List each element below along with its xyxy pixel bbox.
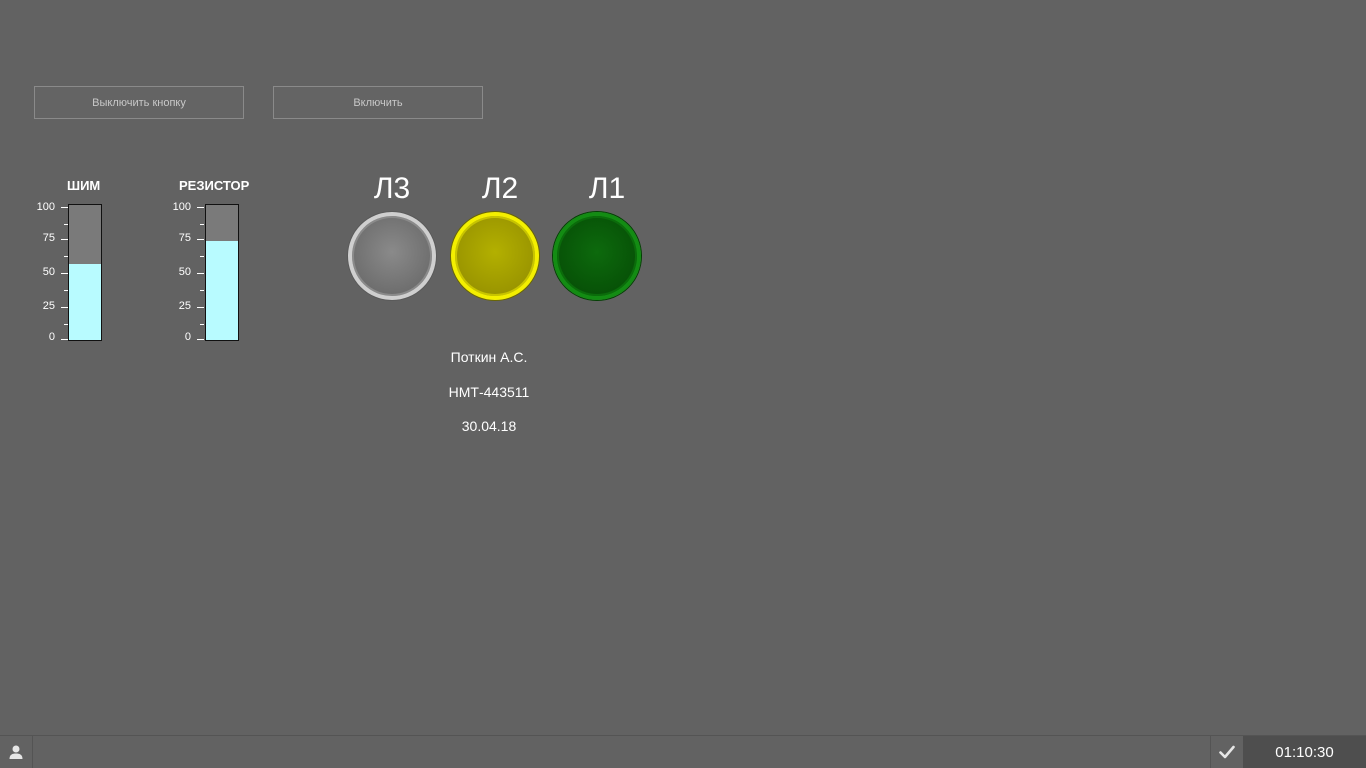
resistor-tick-label: 100 [172, 201, 191, 213]
resistor-tick [200, 324, 204, 325]
resistor-tick [197, 207, 204, 208]
operator-name: Поткин А.С. [450, 349, 528, 365]
lamp-l2-label: Л2 [481, 172, 519, 205]
resistor-tick-label: 25 [178, 300, 191, 312]
lamp-l1-label: Л1 [588, 172, 626, 205]
resistor-tick [197, 239, 204, 240]
resistor-tick [197, 273, 204, 274]
pwm-tick-label: 75 [42, 232, 55, 244]
resistor-gauge-fill [206, 241, 238, 340]
enable-button[interactable]: Включить [273, 86, 483, 119]
disable-button-button[interactable]: Выключить кнопку [34, 86, 244, 119]
date-text: 30.04.18 [461, 418, 517, 434]
pwm-tick [61, 307, 68, 308]
status-bar: 01:10:30 [0, 735, 1366, 768]
lamp-l3-label: Л3 [373, 172, 411, 205]
pwm-tick [61, 273, 68, 274]
pwm-tick-label: 100 [36, 201, 55, 213]
confirm-button[interactable] [1210, 736, 1243, 768]
pwm-tick [61, 239, 68, 240]
pwm-tick [61, 339, 68, 340]
resistor-tick-label: 50 [178, 266, 191, 278]
resistor-tick-label: 75 [178, 232, 191, 244]
resistor-gauge: РЕЗИСТОР 100 75 50 25 0 [170, 178, 260, 348]
pwm-gauge: ШИМ 100 75 50 25 0 [34, 178, 114, 348]
lamp-l1-indicator [553, 212, 641, 300]
hmi-screen: Выключить кнопку Включить ШИМ 100 75 50 … [0, 0, 1366, 768]
resistor-tick-label: 0 [184, 331, 191, 343]
check-icon [1219, 745, 1235, 759]
resistor-tick [197, 339, 204, 340]
resistor-tick [200, 224, 204, 225]
pwm-gauge-fill [69, 264, 101, 340]
pwm-gauge-tube [68, 204, 102, 341]
pwm-tick-label: 50 [42, 266, 55, 278]
pwm-tick-label: 25 [42, 300, 55, 312]
resistor-gauge-title: РЕЗИСТОР [179, 178, 250, 193]
resistor-tick [197, 307, 204, 308]
user-icon [9, 745, 23, 759]
pwm-gauge-title: ШИМ [67, 178, 101, 193]
resistor-gauge-tube [205, 204, 239, 341]
pwm-tick [61, 207, 68, 208]
device-code: НМТ-443511 [448, 384, 530, 400]
pwm-tick-label: 0 [48, 331, 55, 343]
clock-time: 01:10:30 [1243, 736, 1366, 768]
user-button[interactable] [0, 736, 33, 768]
resistor-gauge-scale: 100 75 50 25 0 [170, 201, 210, 343]
lamp-l3-indicator [348, 212, 436, 300]
lamp-l2-indicator [451, 212, 539, 300]
resistor-tick [200, 256, 204, 257]
resistor-tick [200, 290, 204, 291]
